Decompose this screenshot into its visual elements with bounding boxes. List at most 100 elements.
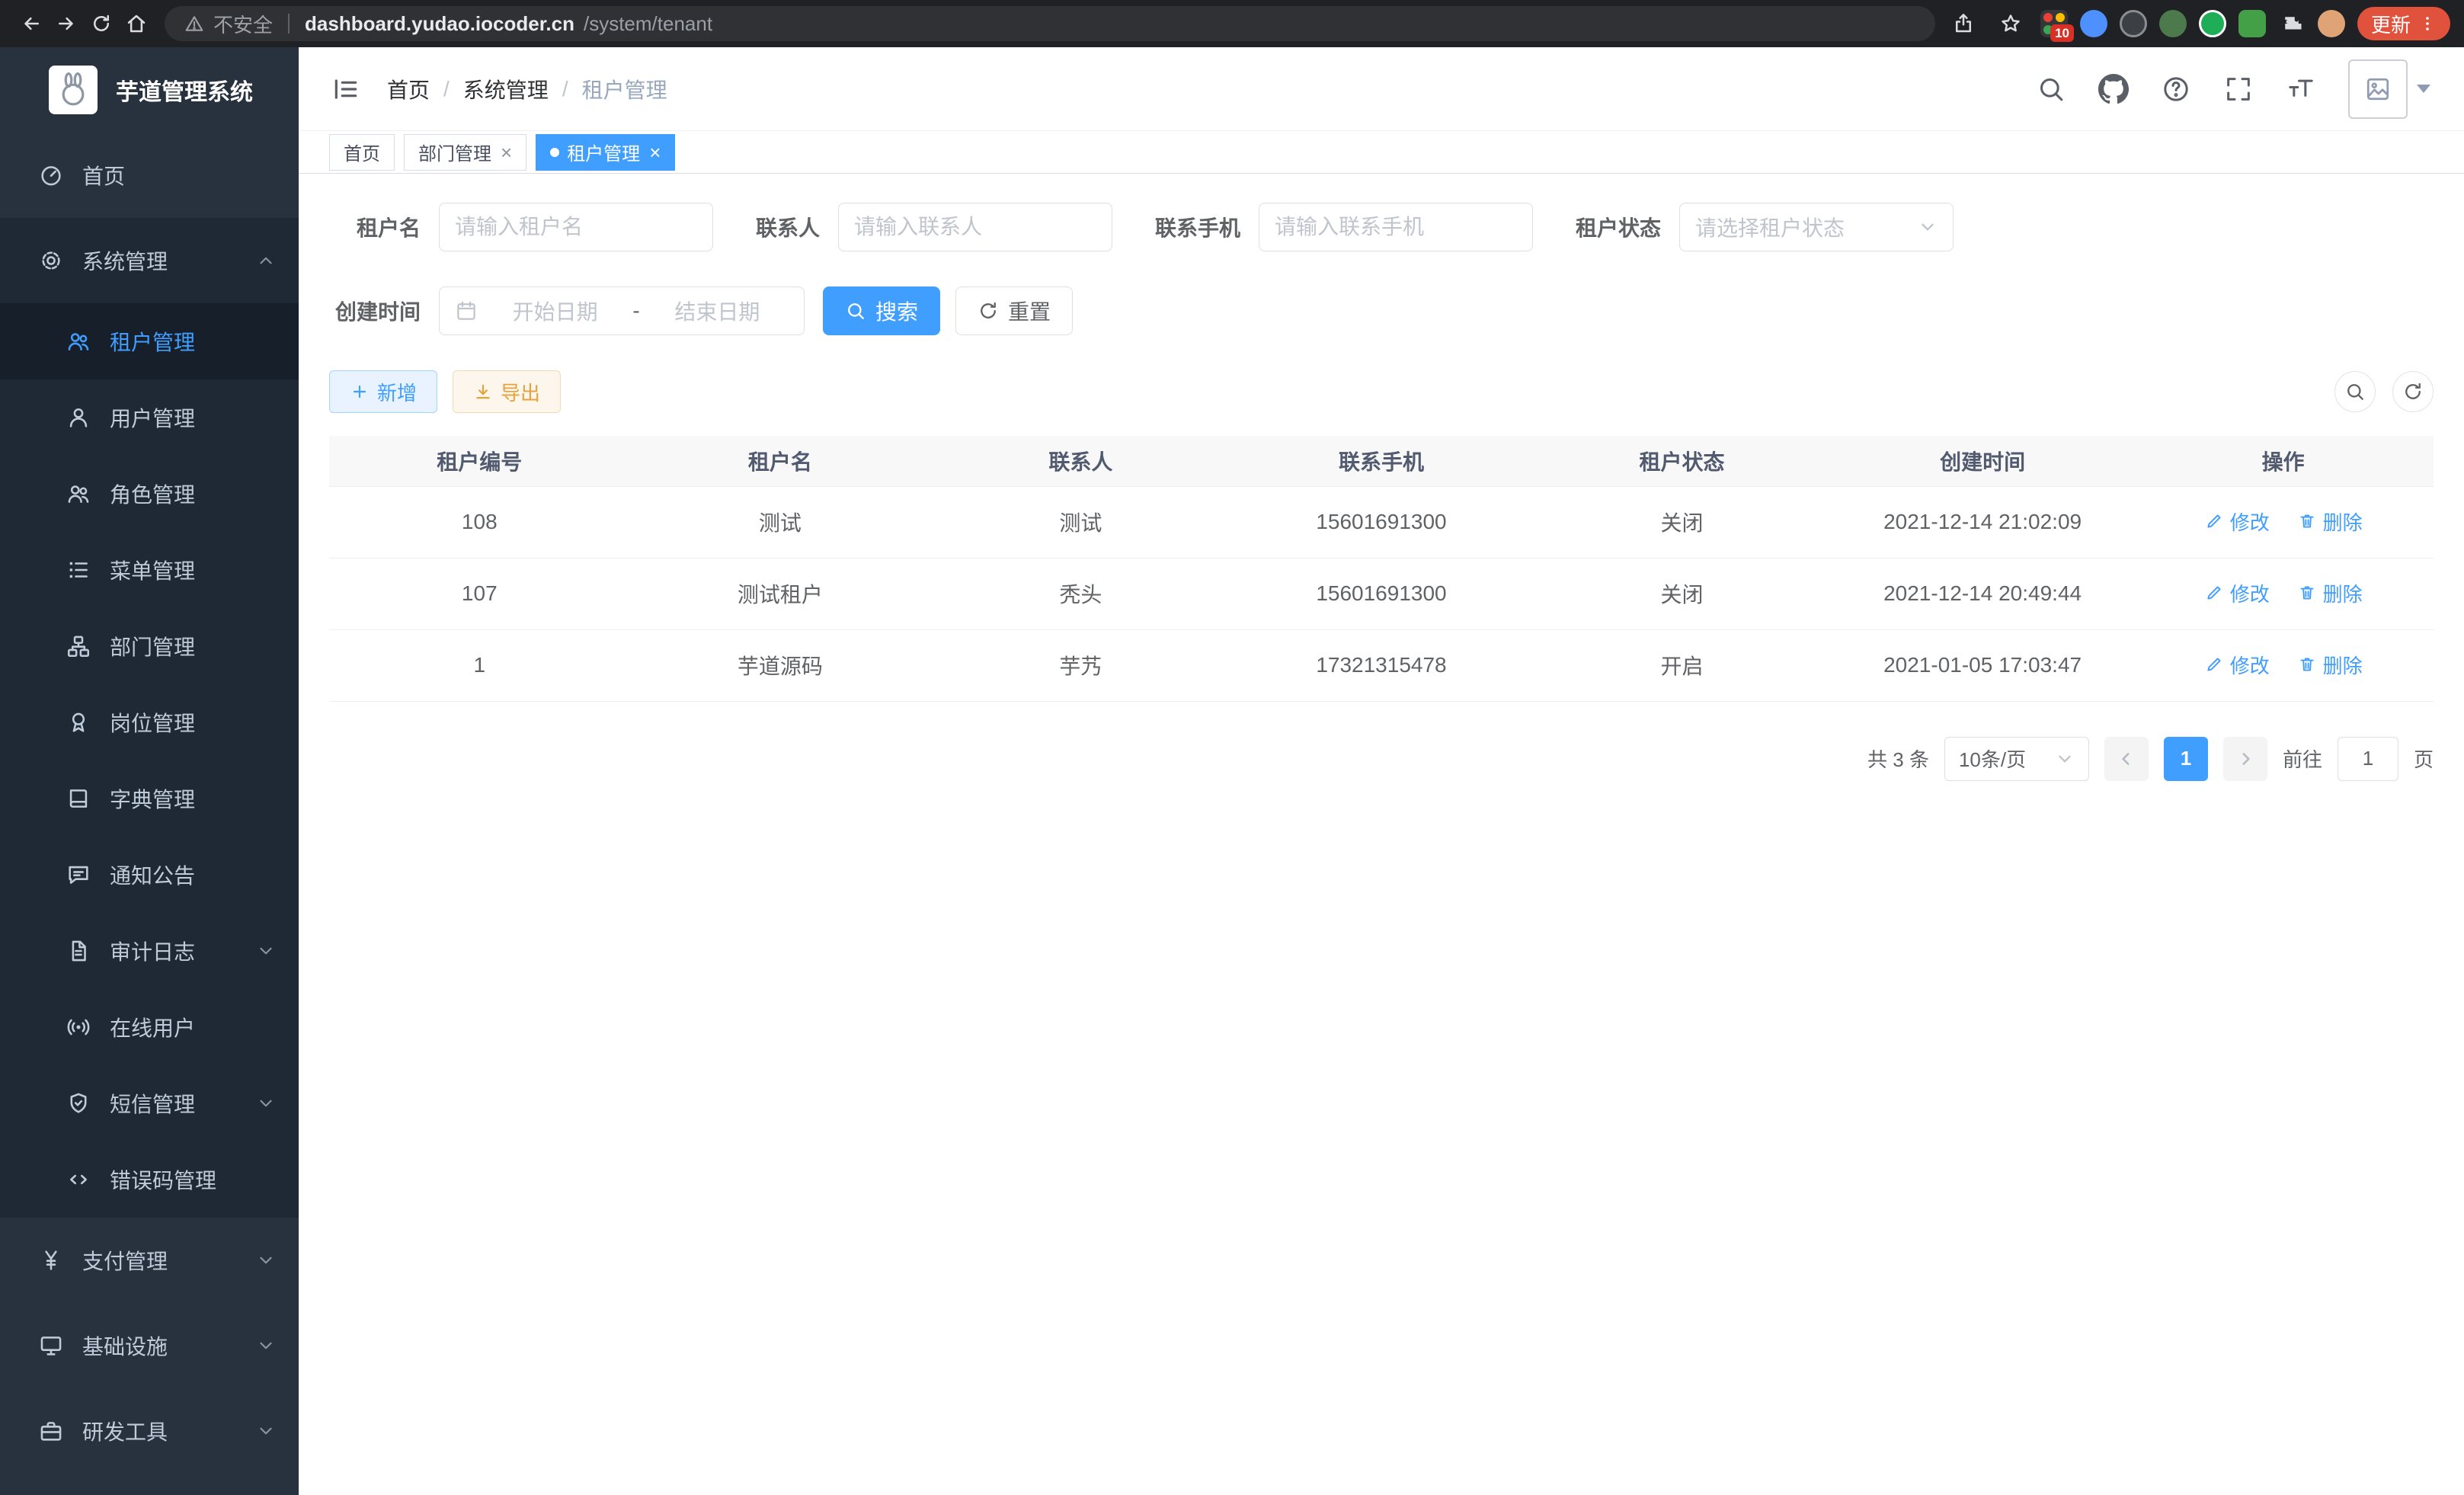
extensions-puzzle-icon[interactable] <box>2278 10 2306 37</box>
cell-phone: 17321315478 <box>1231 629 1532 701</box>
select-placeholder: 请选择租户状态 <box>1695 212 1845 242</box>
search-button[interactable]: 搜索 <box>823 287 940 335</box>
logo-image <box>49 66 98 114</box>
refresh-icon <box>978 300 999 322</box>
cell-status: 关闭 <box>1531 558 1832 629</box>
close-icon[interactable]: × <box>649 142 661 162</box>
edit-button[interactable]: 修改 <box>2204 651 2270 679</box>
log-document-icon <box>66 938 91 964</box>
reload-icon[interactable] <box>84 6 119 41</box>
tab-tenant[interactable]: 租户管理 × <box>536 134 675 171</box>
tenant-status-select[interactable]: 请选择租户状态 <box>1679 203 1954 251</box>
create-time-range-picker[interactable]: 开始日期 - 结束日期 <box>439 287 805 335</box>
goto-page-input[interactable] <box>2338 737 2398 781</box>
add-button[interactable]: 新增 <box>329 370 437 413</box>
tenants-icon <box>66 328 91 354</box>
back-icon[interactable] <box>14 6 49 41</box>
edit-button[interactable]: 修改 <box>2204 579 2270 607</box>
org-tree-icon <box>66 633 91 659</box>
breadcrumb-separator: / <box>443 77 450 101</box>
edit-button[interactable]: 修改 <box>2204 507 2270 536</box>
sidebar-item-dict[interactable]: 字典管理 <box>0 760 299 837</box>
url-bar[interactable]: 不安全 dashboard.yudao.iocoder.cn /system/t… <box>165 6 1935 41</box>
sidebar-item-error-code[interactable]: 错误码管理 <box>0 1141 299 1218</box>
share-icon[interactable] <box>1946 6 1981 41</box>
delete-button[interactable]: 删除 <box>2297 507 2363 536</box>
menu-list-icon <box>66 557 91 583</box>
help-icon[interactable] <box>2161 74 2191 104</box>
sidebar-item-label: 在线用户 <box>110 1012 195 1042</box>
export-button[interactable]: 导出 <box>453 370 561 413</box>
sidebar-item-label: 首页 <box>82 160 125 190</box>
tab-home[interactable]: 首页 <box>329 134 395 171</box>
sidebar-item-post[interactable]: 岗位管理 <box>0 684 299 760</box>
toggle-search-icon[interactable] <box>2334 371 2376 412</box>
breadcrumb-current: 租户管理 <box>582 74 667 104</box>
reset-button[interactable]: 重置 <box>955 287 1073 335</box>
sidebar-item-audit-log[interactable]: 审计日志 <box>0 913 299 989</box>
app-logo[interactable]: 芋道管理系统 <box>0 47 299 133</box>
table-header-row: 租户编号 租户名 联系人 联系手机 租户状态 创建时间 操作 <box>329 436 2434 486</box>
tab-dept[interactable]: 部门管理 × <box>404 134 526 171</box>
sidebar-item-sms[interactable]: 短信管理 <box>0 1065 299 1141</box>
next-page-button[interactable] <box>2223 737 2267 781</box>
chevron-left-icon <box>2117 749 2136 769</box>
fullscreen-icon[interactable] <box>2223 74 2254 104</box>
sidebar-item-system[interactable]: 系统管理 <box>0 218 299 303</box>
breadcrumb-home[interactable]: 首页 <box>387 74 430 104</box>
sidebar-item-role[interactable]: 角色管理 <box>0 456 299 532</box>
sidebar-item-user[interactable]: 用户管理 <box>0 379 299 456</box>
sidebar-item-notice[interactable]: 通知公告 <box>0 837 299 913</box>
refresh-table-icon[interactable] <box>2392 371 2434 412</box>
col-created: 创建时间 <box>1832 436 2133 486</box>
extension-icon-green[interactable] <box>2159 10 2187 37</box>
cell-created: 2021-12-14 20:49:44 <box>1832 558 2133 629</box>
delete-button[interactable]: 删除 <box>2297 651 2363 679</box>
github-icon[interactable] <box>2098 74 2129 104</box>
user-icon <box>66 405 91 431</box>
chevron-down-icon <box>256 1421 276 1441</box>
extension-icon-dark[interactable] <box>2120 10 2147 37</box>
sidebar-item-online-user[interactable]: 在线用户 <box>0 989 299 1065</box>
update-button[interactable]: 更新 <box>2357 7 2450 40</box>
extension-icon-blue[interactable] <box>2080 10 2107 37</box>
profile-avatar[interactable] <box>2318 10 2345 37</box>
sidebar-item-infrastructure[interactable]: 基础设施 <box>0 1303 299 1388</box>
close-icon[interactable]: × <box>501 142 512 162</box>
tenant-name-input[interactable] <box>439 203 713 251</box>
yen-icon <box>38 1247 64 1273</box>
sidebar-item-dev-tools[interactable]: 研发工具 <box>0 1388 299 1474</box>
breadcrumb-system[interactable]: 系统管理 <box>463 74 549 104</box>
contact-input[interactable] <box>838 203 1112 251</box>
font-size-icon[interactable] <box>2286 74 2316 104</box>
delete-button[interactable]: 删除 <box>2297 579 2363 607</box>
sidebar-item-dept[interactable]: 部门管理 <box>0 608 299 684</box>
sidebar-item-label: 基础设施 <box>82 1330 168 1361</box>
chevron-down-icon <box>256 1336 276 1356</box>
sidebar-item-label: 用户管理 <box>110 402 195 433</box>
sidebar-item-payment[interactable]: 支付管理 <box>0 1218 299 1303</box>
search-icon[interactable] <box>2036 74 2066 104</box>
user-avatar-menu[interactable] <box>2348 59 2430 119</box>
sidebar-collapse-icon[interactable] <box>329 72 363 106</box>
extension-icon-square[interactable] <box>2238 10 2266 37</box>
tab-label: 租户管理 <box>567 139 640 165</box>
date-separator: - <box>632 299 639 323</box>
col-tenant-id: 租户编号 <box>329 436 630 486</box>
extension-icon-dots[interactable]: 10 <box>2040 10 2068 37</box>
home-icon[interactable] <box>119 6 154 41</box>
reset-button-label: 重置 <box>1008 296 1051 326</box>
page-number-button[interactable]: 1 <box>2164 737 2208 781</box>
page-content: 租户名 联系人 联系手机 租户状态 请选择租户状态 <box>299 174 2464 1495</box>
prev-page-button[interactable] <box>2104 737 2149 781</box>
page-size-select[interactable]: 10条/页 <box>1944 737 2089 781</box>
sidebar-item-home[interactable]: 首页 <box>0 133 299 218</box>
phone-input[interactable] <box>1259 203 1533 251</box>
sidebar-item-menu[interactable]: 菜单管理 <box>0 532 299 608</box>
sidebar-item-tenant[interactable]: 租户管理 <box>0 303 299 379</box>
bookmark-star-icon[interactable] <box>1993 6 2028 41</box>
sidebar-item-label: 角色管理 <box>110 479 195 509</box>
forward-icon[interactable] <box>49 6 84 41</box>
top-header: 首页 / 系统管理 / 租户管理 <box>299 47 2464 131</box>
extension-icon-chat[interactable] <box>2199 10 2226 37</box>
